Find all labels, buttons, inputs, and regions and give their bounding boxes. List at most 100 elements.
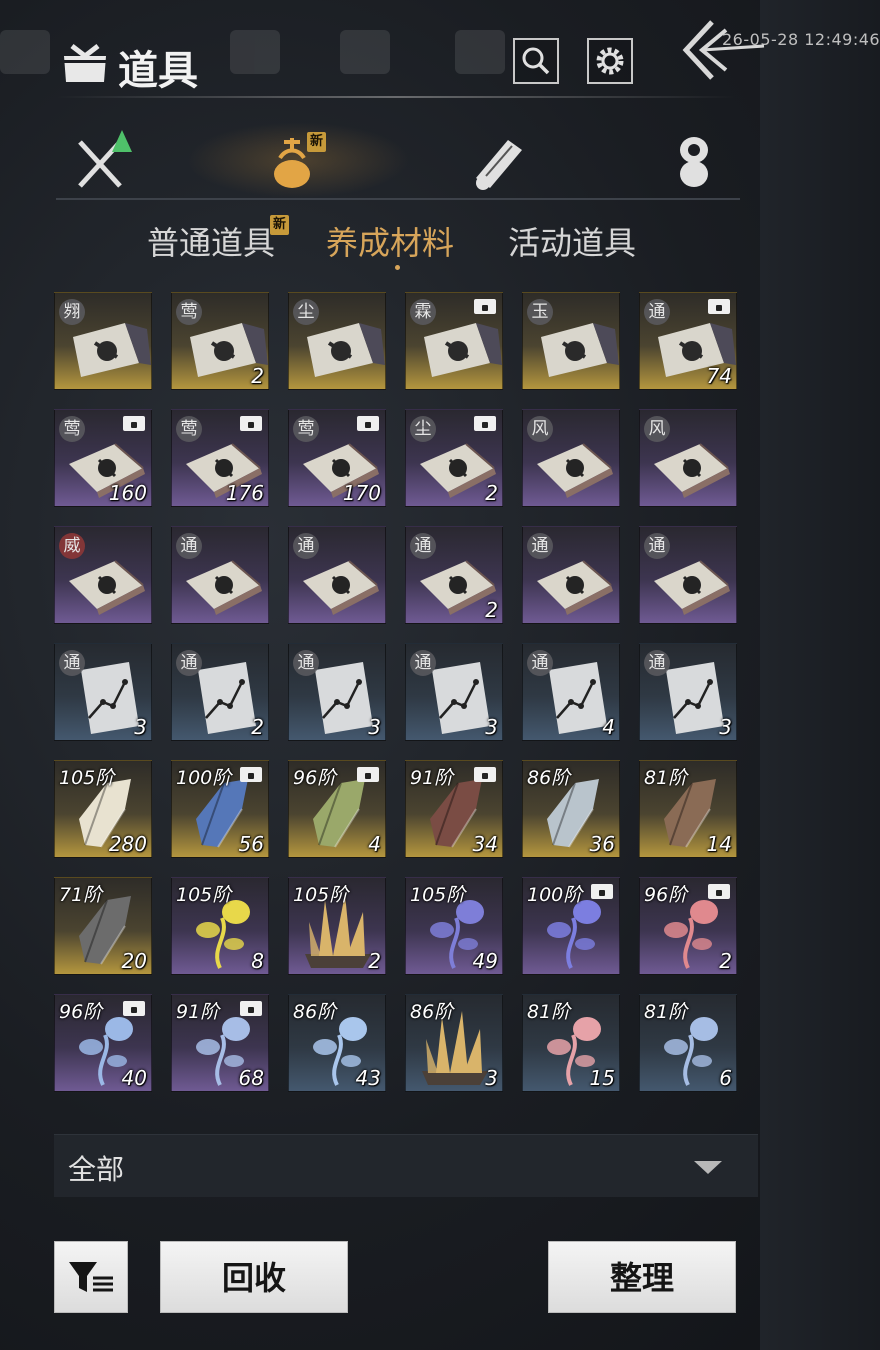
item-slot[interactable]: 105阶 49 bbox=[405, 877, 503, 975]
filter-selected-value: 全部 bbox=[68, 1153, 125, 1186]
item-tier-label: 91阶 bbox=[176, 1001, 220, 1023]
bound-lock-icon bbox=[240, 767, 262, 782]
item-slot[interactable]: 翙 bbox=[54, 292, 152, 390]
item-slot[interactable]: 尘 bbox=[288, 292, 386, 390]
tab-equipment[interactable] bbox=[70, 128, 134, 194]
item-category-tag: 莺 bbox=[59, 416, 85, 442]
item-slot[interactable]: 96阶 40 bbox=[54, 994, 152, 1092]
item-slot[interactable]: 通 bbox=[171, 526, 269, 624]
search-button[interactable] bbox=[513, 38, 559, 84]
item-slot[interactable]: 莺2 bbox=[171, 292, 269, 390]
item-slot[interactable]: 通3 bbox=[405, 643, 503, 741]
category-filter-dropdown[interactable]: 全部 bbox=[54, 1134, 758, 1197]
item-slot[interactable]: 风 bbox=[639, 409, 737, 507]
active-tab-indicator bbox=[395, 265, 400, 270]
sort-button[interactable]: 整理 bbox=[548, 1241, 736, 1313]
item-category-tag: 尘 bbox=[410, 416, 436, 442]
item-category-tag: 莺 bbox=[293, 416, 319, 442]
recycle-button[interactable]: 回收 bbox=[160, 1241, 348, 1313]
item-slot[interactable]: 莺 170 bbox=[288, 409, 386, 507]
item-slot[interactable]: 96阶 4 bbox=[288, 760, 386, 858]
item-category-tag: 风 bbox=[527, 416, 553, 442]
item-slot[interactable]: 风 bbox=[522, 409, 620, 507]
item-slot[interactable]: 通2 bbox=[405, 526, 503, 624]
item-count: 8 bbox=[251, 949, 264, 973]
item-slot[interactable]: 86阶 36 bbox=[522, 760, 620, 858]
item-tier-label: 96阶 bbox=[59, 1001, 103, 1023]
gear-icon bbox=[596, 47, 624, 75]
item-slot[interactable]: 100阶 56 bbox=[171, 760, 269, 858]
item-slot[interactable]: 通 bbox=[639, 526, 737, 624]
bound-lock-icon bbox=[357, 767, 379, 782]
bound-lock-icon bbox=[708, 299, 730, 314]
item-count: 3 bbox=[134, 715, 147, 739]
bound-lock-icon bbox=[474, 416, 496, 431]
subtab-event-items[interactable]: 活动道具 bbox=[508, 218, 636, 264]
item-count: 160 bbox=[108, 481, 147, 505]
item-slot[interactable]: 105阶 8 bbox=[171, 877, 269, 975]
item-slot[interactable]: 86阶 43 bbox=[288, 994, 386, 1092]
item-slot[interactable]: 通3 bbox=[639, 643, 737, 741]
item-slot[interactable]: 通3 bbox=[288, 643, 386, 741]
item-count: 40 bbox=[121, 1066, 147, 1090]
item-slot[interactable]: 莺 176 bbox=[171, 409, 269, 507]
filter-button[interactable] bbox=[54, 1241, 128, 1313]
item-count: 20 bbox=[121, 949, 147, 973]
item-slot[interactable]: 威 bbox=[54, 526, 152, 624]
bound-lock-icon bbox=[708, 884, 730, 899]
item-category-tag: 通 bbox=[176, 650, 202, 676]
item-slot[interactable]: 通3 bbox=[54, 643, 152, 741]
item-slot[interactable]: 81阶 6 bbox=[639, 994, 737, 1092]
item-slot[interactable]: 莺 160 bbox=[54, 409, 152, 507]
item-category-tag: 通 bbox=[59, 650, 85, 676]
back-button[interactable] bbox=[676, 14, 768, 86]
item-slot[interactable]: 100阶 bbox=[522, 877, 620, 975]
item-slot[interactable]: 71阶 20 bbox=[54, 877, 152, 975]
item-category-tag: 通 bbox=[527, 533, 553, 559]
item-category-tag: 尘 bbox=[293, 299, 319, 325]
item-category-tag: 莺 bbox=[176, 299, 202, 325]
bound-lock-icon bbox=[591, 884, 613, 899]
item-tier-label: 86阶 bbox=[527, 767, 571, 789]
item-slot[interactable]: 91阶 68 bbox=[171, 994, 269, 1092]
item-count: 43 bbox=[355, 1066, 381, 1090]
item-count: 6 bbox=[719, 1066, 732, 1090]
item-slot[interactable]: 通4 bbox=[522, 643, 620, 741]
item-slot[interactable]: 91阶 34 bbox=[405, 760, 503, 858]
tab-scrolls[interactable] bbox=[466, 128, 530, 194]
item-count: 3 bbox=[719, 715, 732, 739]
item-slot[interactable]: 通 bbox=[288, 526, 386, 624]
item-slot[interactable]: 霖 bbox=[405, 292, 503, 390]
item-slot[interactable]: 96阶 2 bbox=[639, 877, 737, 975]
tab-currency[interactable] bbox=[664, 128, 728, 194]
item-category-tag: 通 bbox=[644, 650, 670, 676]
item-slot[interactable]: 尘2 bbox=[405, 409, 503, 507]
item-category-tag: 通 bbox=[527, 650, 553, 676]
item-slot[interactable]: 通 74 bbox=[639, 292, 737, 390]
item-slot[interactable]: 通 bbox=[522, 526, 620, 624]
item-category-tag: 通 bbox=[644, 299, 670, 325]
item-tier-label: 100阶 bbox=[176, 767, 232, 789]
tab-items[interactable]: 新 bbox=[186, 122, 410, 198]
item-tier-label: 105阶 bbox=[59, 767, 115, 789]
item-slot[interactable]: 86阶 3 bbox=[405, 994, 503, 1092]
item-slot[interactable]: 通2 bbox=[171, 643, 269, 741]
subtab-growth-materials[interactable]: 养成材料 bbox=[326, 218, 454, 264]
item-slot[interactable]: 玉 bbox=[522, 292, 620, 390]
item-tier-label: 91阶 bbox=[410, 767, 454, 789]
subtab-normal-items[interactable]: 普通道具 bbox=[147, 218, 275, 264]
item-slot[interactable]: 105阶 280 bbox=[54, 760, 152, 858]
bound-lock-icon bbox=[357, 416, 379, 431]
item-slot[interactable]: 105阶 2 bbox=[288, 877, 386, 975]
item-tier-label: 96阶 bbox=[293, 767, 337, 789]
item-category-tag: 风 bbox=[644, 416, 670, 442]
item-count: 2 bbox=[485, 598, 498, 622]
settings-button[interactable] bbox=[587, 38, 633, 84]
item-slot[interactable]: 81阶 14 bbox=[639, 760, 737, 858]
item-count: 56 bbox=[238, 832, 264, 856]
item-category-tag: 莺 bbox=[176, 416, 202, 442]
item-count: 2 bbox=[251, 715, 264, 739]
item-slot[interactable]: 81阶 15 bbox=[522, 994, 620, 1092]
funnel-icon bbox=[69, 1262, 113, 1292]
item-tier-label: 81阶 bbox=[527, 1001, 571, 1023]
